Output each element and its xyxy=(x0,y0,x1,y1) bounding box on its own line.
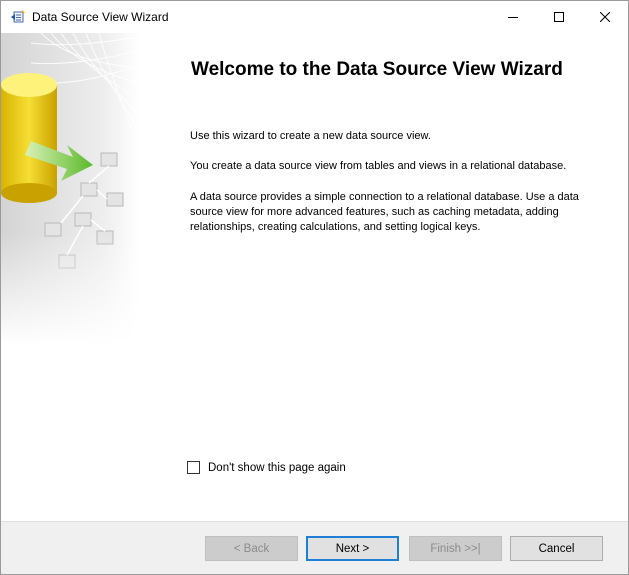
dont-show-again-label[interactable]: Don't show this page again xyxy=(208,462,346,474)
dont-show-again-checkbox[interactable] xyxy=(187,461,200,474)
wizard-window: Data Source View Wizard Welcome to the D… xyxy=(0,0,629,575)
title-bar[interactable]: Data Source View Wizard xyxy=(1,1,628,33)
wizard-button-bar: < Back Next > Finish >>| Cancel xyxy=(1,521,628,574)
maximize-button[interactable] xyxy=(536,1,582,33)
back-button[interactable]: < Back xyxy=(205,536,298,561)
intro-paragraph-3: A data source provides a simple connecti… xyxy=(190,191,579,233)
wizard-banner-graphic xyxy=(1,33,139,345)
minimize-icon xyxy=(508,17,518,18)
page-heading: Welcome to the Data Source View Wizard xyxy=(191,59,563,80)
next-button[interactable]: Next > xyxy=(306,536,399,561)
window-title: Data Source View Wizard xyxy=(32,10,169,24)
finish-button[interactable]: Finish >>| xyxy=(409,536,502,561)
cancel-button[interactable]: Cancel xyxy=(510,536,603,561)
maximize-icon xyxy=(554,12,564,22)
intro-paragraph-1: Use this wizard to create a new data sou… xyxy=(190,130,431,142)
dont-show-again-option[interactable]: Don't show this page again xyxy=(187,461,346,474)
close-icon xyxy=(600,12,610,22)
data-source-view-wizard-icon xyxy=(11,10,25,23)
minimize-button[interactable] xyxy=(490,1,536,33)
banner-illustration xyxy=(1,33,139,345)
close-button[interactable] xyxy=(582,1,628,33)
intro-paragraph-2: You create a data source view from table… xyxy=(190,160,567,172)
